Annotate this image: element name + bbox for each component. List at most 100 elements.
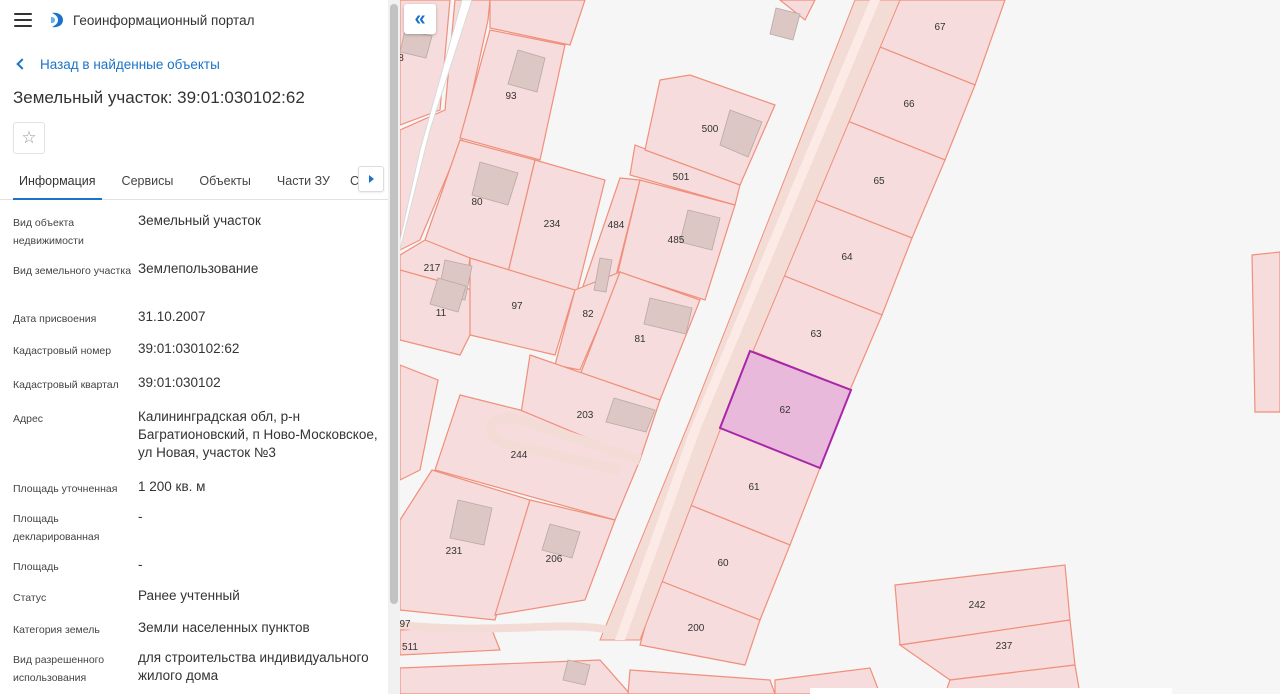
property-row: Кадастровый квартал 39:01:030102	[0, 374, 388, 408]
property-value: Ранее учтенный	[138, 588, 240, 603]
property-row: Дата присвоения 31.10.2007	[0, 308, 388, 340]
scrollbar-thumb[interactable]	[390, 4, 398, 604]
property-row: Площадь уточненная 1 200 кв. м	[0, 478, 388, 508]
parcel-label: 65	[873, 176, 885, 187]
parcel-label: 231	[446, 546, 463, 557]
map-bottom-strip	[810, 688, 1172, 694]
property-key: Дата присвоения	[13, 313, 97, 325]
top-bar: Геоинформационный портал	[0, 0, 388, 40]
property-key: Кадастровый квартал	[13, 379, 119, 391]
portal-logo-icon	[51, 12, 63, 28]
map-building	[769, 7, 801, 41]
map-parcel[interactable]	[400, 659, 631, 694]
back-to-results-link[interactable]: Назад в найденные объекты	[0, 50, 388, 78]
property-row: Категория земель Земли населенных пункто…	[0, 619, 388, 649]
map-parcel[interactable]	[627, 669, 776, 694]
tab-objects[interactable]: Объекты	[193, 164, 257, 200]
parcel-label: 11	[436, 308, 447, 319]
property-value: Земли населенных пунктов	[138, 620, 310, 635]
property-row: Площадь декларированная -	[0, 508, 388, 556]
tabs-scroll-right-button[interactable]	[358, 166, 384, 192]
property-row: Вид разрешенного использования для строи…	[0, 649, 388, 689]
parcel-label: 485	[668, 235, 685, 246]
favorite-button[interactable]: ☆	[13, 122, 45, 154]
tab-info[interactable]: Информация	[13, 164, 102, 200]
double-chevron-left-icon: «	[414, 7, 426, 30]
parcel-label: 237	[996, 641, 1013, 652]
parcel-label: 97	[511, 301, 523, 312]
property-row: Адрес Калининградская обл, р-н Багратион…	[0, 408, 388, 478]
property-value: 31.10.2007	[138, 309, 206, 324]
property-row: Кадастровый номер 39:01:030102:62	[0, 340, 388, 374]
property-list: Вид объекта недвижимости Земельный участ…	[0, 200, 388, 689]
tab-services[interactable]: Сервисы	[116, 164, 180, 200]
property-value: Калининградская обл, р-н Багратионовский…	[138, 409, 378, 460]
property-key: Площадь уточненная	[13, 483, 118, 495]
parcel-label: 501	[673, 172, 690, 183]
parcel-label: 97	[400, 619, 411, 630]
info-panel: Геоинформационный портал Назад в найденн…	[0, 0, 388, 694]
property-value: -	[138, 509, 143, 524]
map-parcel[interactable]	[1251, 251, 1280, 413]
hamburger-icon[interactable]	[14, 13, 32, 27]
back-link-label: Назад в найденные объекты	[40, 56, 220, 72]
property-key: Кадастровый номер	[13, 345, 112, 357]
property-value: 39:01:030102:62	[138, 341, 240, 356]
map-parcel[interactable]	[400, 364, 439, 481]
parcel-label: 60	[717, 558, 729, 569]
app-root: Геоинформационный портал Назад в найденн…	[0, 0, 1280, 694]
property-value: -	[138, 557, 143, 572]
collapse-panel-button[interactable]: «	[404, 4, 436, 34]
parcel-label: 64	[841, 252, 853, 263]
chevron-left-icon	[16, 58, 28, 70]
parcel-label: 82	[582, 309, 594, 320]
parcel-label: 67	[934, 22, 946, 33]
parcel-label: 242	[969, 600, 986, 611]
parcel-label: 8	[400, 53, 404, 64]
map-building	[449, 499, 493, 546]
parcel-label: 63	[810, 329, 822, 340]
property-value: для строительства индивидуального жилого…	[138, 650, 369, 683]
property-row: Статус Ранее учтенный	[0, 587, 388, 619]
object-title: Земельный участок: 39:01:030102:62	[13, 88, 305, 107]
parcel-label: 81	[634, 334, 646, 345]
parcel-label: 484	[608, 220, 625, 231]
property-key: Статус	[13, 592, 47, 604]
property-value: Землепользование	[138, 261, 259, 276]
parcel-label: 203	[577, 410, 594, 421]
caret-right-icon	[368, 175, 374, 183]
property-value: 39:01:030102	[138, 375, 221, 390]
parcel-label: 500	[702, 124, 719, 135]
parcel-label: 62	[779, 405, 791, 416]
map-canvas[interactable]: 67 66 65 64 63 62 61 60 200 93 500 501 8…	[400, 0, 1280, 694]
property-key: Вид земельного участка	[13, 265, 132, 277]
parcel-label: 206	[546, 554, 563, 565]
portal-title: Геоинформационный портал	[73, 12, 255, 28]
cadastral-map[interactable]: 67 66 65 64 63 62 61 60 200 93 500 501 8…	[400, 0, 1280, 694]
star-icon: ☆	[21, 128, 37, 147]
property-row: Вид земельного участка Землепользование	[0, 260, 388, 308]
property-key: Площадь	[13, 561, 59, 573]
map-side-road	[400, 621, 611, 634]
parcel-label: 61	[748, 482, 760, 493]
property-value: 1 200 кв. м	[138, 479, 206, 494]
parcel-label: 93	[505, 91, 517, 102]
map-building	[562, 659, 591, 686]
property-row: Площадь -	[0, 556, 388, 587]
property-key: Адрес	[13, 413, 44, 425]
property-key: Вид объекта недвижимости	[13, 217, 84, 247]
panel-scrollbar[interactable]	[388, 0, 400, 694]
property-value: Земельный участок	[138, 213, 261, 228]
parcel-label: 234	[544, 219, 561, 230]
parcel-label: 200	[688, 623, 705, 634]
tab-parts[interactable]: Части ЗУ	[271, 164, 336, 200]
parcel-label: 66	[903, 99, 915, 110]
property-key: Категория земель	[13, 624, 100, 636]
property-key: Площадь декларированная	[13, 513, 100, 543]
parcel-label: 80	[471, 197, 483, 208]
property-key: Вид разрешенного использования	[13, 654, 105, 684]
parcel-label: 511	[402, 642, 418, 653]
parcel-label: 217	[424, 263, 441, 274]
property-row: Вид объекта недвижимости Земельный участ…	[0, 212, 388, 260]
tab-bar: Информация Сервисы Объекты Части ЗУ Сост…	[0, 164, 388, 200]
